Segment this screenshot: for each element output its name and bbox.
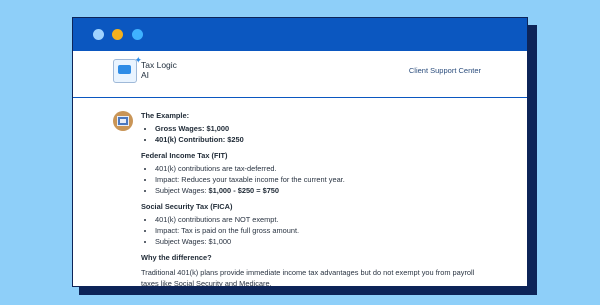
why-heading: Why the difference? xyxy=(141,253,212,262)
list-item: Gross Wages: $1,000 xyxy=(155,123,491,134)
list-item: 401(k) Contribution: $250 xyxy=(155,134,491,145)
window-maximize-dot[interactable] xyxy=(132,29,143,40)
why-text: Traditional 401(k) plans provide immedia… xyxy=(141,268,475,287)
app-name: Tax Logic AI xyxy=(141,60,191,80)
list-item: 401(k) contributions are NOT exempt. xyxy=(155,214,491,225)
example-heading: The Example: xyxy=(141,111,190,120)
fica-list: 401(k) contributions are NOT exempt. Imp… xyxy=(141,214,491,247)
fit-subject-value: $1,000 - $250 = $750 xyxy=(208,186,280,195)
window-titlebar xyxy=(73,18,527,51)
list-item: Subject Wages: $1,000 - $250 = $750 xyxy=(155,185,491,196)
app-name-line1: Tax Logic xyxy=(141,60,177,70)
fit-list: 401(k) contributions are tax-deferred. I… xyxy=(141,163,491,196)
chat-bubble-sparkle-icon: ✦ xyxy=(113,55,142,83)
window-minimize-dot[interactable] xyxy=(112,29,123,40)
list-item: Impact: Reduces your taxable income for … xyxy=(155,174,491,185)
window-close-dot[interactable] xyxy=(93,29,104,40)
assistant-message: The Example: Gross Wages: $1,000 401(k) … xyxy=(141,110,491,287)
list-item: 401(k) contributions are tax-deferred. xyxy=(155,163,491,174)
list-item: Subject Wages: $1,000 xyxy=(155,236,491,247)
fit-subject-prefix: Subject Wages: xyxy=(155,186,209,195)
fica-heading: Social Security Tax (FICA) xyxy=(141,202,233,211)
example-list: Gross Wages: $1,000 401(k) Contribution:… xyxy=(141,123,491,145)
fit-heading: Federal Income Tax (FIT) xyxy=(141,151,228,160)
app-header: ✦ Tax Logic AI Client Support Center xyxy=(73,51,527,98)
list-item: Impact: Tax is paid on the full gross am… xyxy=(155,225,491,236)
client-support-link[interactable]: Client Support Center xyxy=(409,66,481,75)
app-name-line2: AI xyxy=(141,70,150,80)
computer-avatar-icon xyxy=(113,111,133,131)
app-window: ✦ Tax Logic AI Client Support Center The… xyxy=(72,17,528,287)
